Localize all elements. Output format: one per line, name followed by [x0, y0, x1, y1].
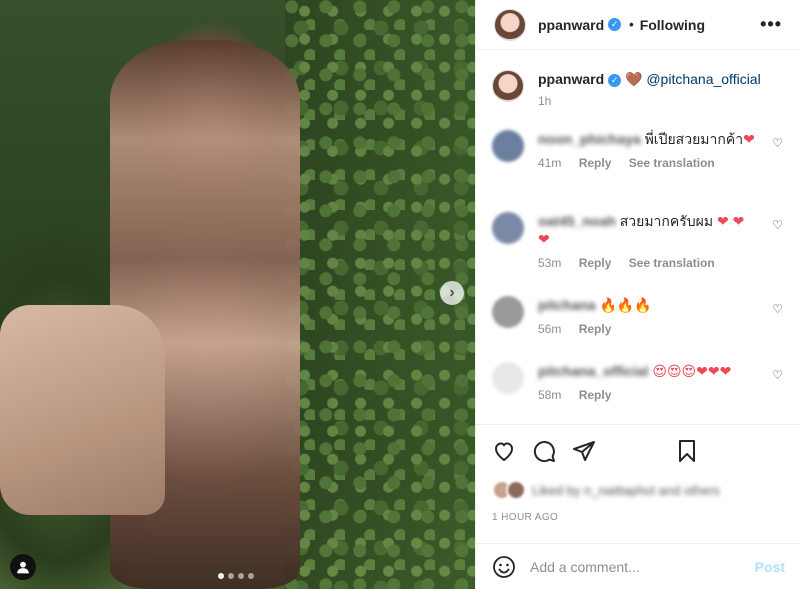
carousel-dots	[218, 573, 254, 579]
like-heart-icon[interactable]	[492, 439, 516, 463]
post-actions-bar	[476, 424, 800, 476]
photo-coat	[0, 305, 165, 515]
reply-button[interactable]: Reply	[579, 256, 612, 270]
carousel-dot	[218, 573, 224, 579]
comment-time: 56m	[538, 322, 562, 336]
comment-avatar[interactable]	[492, 212, 524, 244]
see-translation-link[interactable]: See translation	[629, 256, 715, 270]
comment-text: สวยมากครับผม	[619, 213, 714, 229]
comment-like-heart-icon[interactable]: ♡	[772, 302, 783, 316]
verified-badge-icon: ✓	[608, 74, 622, 87]
comment-item: pitchana_official 😍😍😍❤❤❤ 58m Reply ♡	[492, 362, 785, 424]
verified-badge-icon: ✓	[608, 18, 622, 31]
post-side-panel: ppanward ✓ • Following ••• ppanward ✓ 🤎 @…	[475, 0, 800, 589]
caption-username[interactable]: ppanward	[538, 71, 604, 87]
comment-like-heart-icon[interactable]: ♡	[772, 136, 783, 150]
reply-button[interactable]: Reply	[579, 388, 612, 402]
comment-time: 53m	[538, 256, 562, 270]
caption-time: 1h	[538, 94, 552, 108]
instagram-post-view: › ppanward ✓ • Following ••• ppanward ✓ …	[0, 0, 800, 589]
comment-avatar[interactable]	[492, 296, 524, 328]
liker-avatar	[506, 480, 526, 500]
reply-button[interactable]: Reply	[579, 156, 612, 170]
heart-emoji: ❤	[538, 231, 550, 247]
comment-like-heart-icon[interactable]: ♡	[772, 368, 783, 382]
post-photo[interactable]: ›	[0, 0, 475, 589]
reply-button[interactable]: Reply	[579, 322, 612, 336]
likes-text[interactable]: Liked by n_naittaphol and others	[532, 483, 720, 498]
more-options-icon[interactable]: •••	[760, 14, 782, 35]
heart-emoji: ❤ ❤	[716, 213, 745, 229]
author-username[interactable]: ppanward	[538, 17, 604, 33]
see-translation-link[interactable]: See translation	[629, 156, 715, 170]
carousel-dot	[238, 573, 244, 579]
comment-time: 58m	[538, 388, 562, 402]
caption-avatar[interactable]	[492, 70, 524, 102]
comment-username[interactable]: pitchana	[538, 297, 596, 313]
comment-input[interactable]	[530, 558, 755, 575]
user-icon	[17, 561, 29, 574]
emoji-smiley-icon[interactable]	[492, 555, 516, 579]
post-comment-button[interactable]: Post	[755, 559, 785, 575]
header-separator: •	[629, 17, 634, 32]
comment-item: pitchana 🔥🔥🔥 56m Reply ♡	[492, 296, 785, 362]
carousel-next-button[interactable]: ›	[440, 281, 464, 305]
comment-time: 41m	[538, 156, 562, 170]
carousel-dot	[228, 573, 234, 579]
comment-item: noon_phichaya พี่เปียสวยมากค้า❤ 41m Repl…	[492, 130, 785, 212]
comment-username[interactable]: oat45_noah	[538, 213, 616, 229]
heart-eyes-emoji: 😍😍😍❤❤❤	[652, 363, 732, 379]
save-bookmark-icon[interactable]	[675, 439, 699, 463]
comment-bubble-icon[interactable]	[532, 439, 556, 463]
likes-summary[interactable]: Liked by n_naittaphol and others	[492, 480, 720, 500]
post-caption: ppanward ✓ 🤎 @pitchana_official 1h	[492, 50, 785, 130]
comment-text: พี่เปียสวยมากค้า	[644, 131, 744, 147]
comment-username[interactable]: noon_phichaya	[538, 131, 641, 147]
post-header: ppanward ✓ • Following •••	[476, 0, 800, 50]
comment-like-heart-icon[interactable]: ♡	[772, 218, 783, 232]
add-comment-bar: Post	[476, 543, 800, 589]
tagged-user-icon[interactable]	[10, 554, 36, 580]
comments-list[interactable]: ppanward ✓ 🤎 @pitchana_official 1h noon_p…	[476, 50, 800, 424]
post-timestamp: 1 HOUR AGO	[492, 512, 559, 523]
heart-emoji: ❤	[743, 131, 755, 147]
author-avatar[interactable]	[494, 8, 526, 41]
comment-avatar[interactable]	[492, 130, 524, 162]
comment-avatar[interactable]	[492, 362, 524, 394]
comment-item: oat45_noah สวยมากครับผม ❤ ❤ ❤ 53m Reply …	[492, 212, 785, 296]
brown-heart-emoji: 🤎	[625, 71, 643, 87]
share-paper-plane-icon[interactable]	[572, 439, 596, 463]
caption-mention-link[interactable]: @pitchana_official	[646, 71, 760, 87]
carousel-dot	[248, 573, 254, 579]
comment-username[interactable]: pitchana_official	[538, 363, 648, 379]
following-button[interactable]: Following	[640, 17, 705, 33]
fire-emoji: 🔥🔥🔥	[599, 297, 652, 313]
